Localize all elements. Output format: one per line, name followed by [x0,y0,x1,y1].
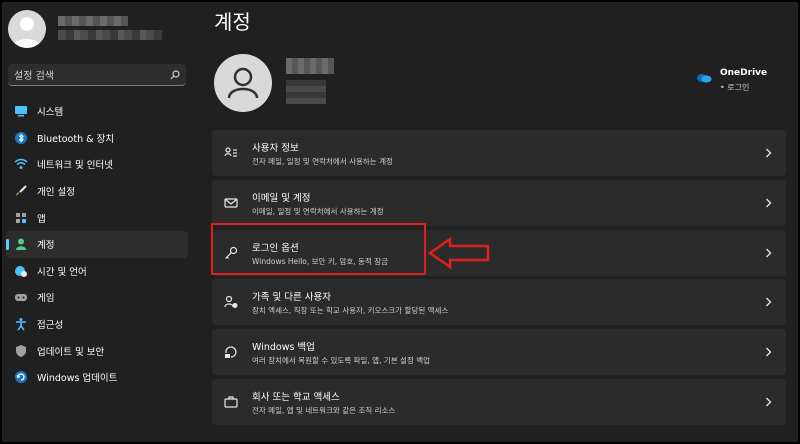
avatar [8,10,46,48]
onedrive-signin-status: • 로그인 [720,83,750,92]
card-description: 이메일, 일정 및 연락처에서 사용하는 계정 [252,206,384,216]
sidebar-item-windows-update[interactable]: Windows 업데이트 [6,364,188,391]
sidebar-item-label: 계정 [37,240,55,252]
card-description: 전자 메일, 앱 및 네트워크와 같은 조직 리소스 [252,405,396,415]
sidebar-item-accessibility[interactable]: 접근성 [6,311,188,338]
sidebar-item-label: 게임 [37,293,55,305]
accessibility-icon [16,318,26,331]
card-title: Windows 백업 [252,342,315,354]
brush-icon [16,185,27,197]
chevron-right-icon [766,347,772,357]
card-title: 이메일 및 계정 [252,192,311,204]
chevron-right-icon [766,248,772,258]
user-info-icon [224,147,237,157]
sidebar-item-label: 앱 [37,213,46,225]
sidebar-item-label: 업데이트 및 보안 [37,346,105,358]
sidebar-item-label: Windows 업데이트 [37,373,118,385]
card-description: 장치 액세스, 직장 또는 학교 사용자, 키오스크가 할당된 액세스 [252,306,449,316]
search-box[interactable]: 설정 검색 [8,64,186,86]
search-input[interactable]: 설정 검색 [14,67,170,82]
backup-icon [225,346,237,359]
shield-icon [16,344,26,357]
sidebar-item-security[interactable]: 업데이트 및 보안 [6,337,188,364]
onedrive-status[interactable]: OneDrive • 로그인 [696,68,786,98]
blurred-user-name [58,16,128,26]
card-windows-backup[interactable]: Windows 백업 여러 장치에서 복원할 수 있도록 파일, 앱, 기본 설… [212,329,786,376]
onedrive-title: OneDrive [720,68,768,78]
sidebar-item-label: 시간 및 언어 [37,266,87,278]
briefcase-icon [224,396,238,408]
chevron-right-icon [766,397,772,407]
card-work-school-access[interactable]: 회사 또는 학교 액세스 전자 메일, 앱 및 네트워크와 같은 조직 리소스 [212,378,786,425]
card-title: 사용자 정보 [252,143,299,154]
sidebar-item-apps[interactable]: 앱 [6,204,188,231]
sidebar-nav: 시스템 Bluetooth & 장치 네트워크 및 인터넷 개인 설정 앱 계정… [6,98,188,391]
card-user-info[interactable]: 사용자 정보 전자 메일, 일정 및 연락처에서 사용하는 계정 [212,130,786,176]
annotation-arrow-icon [428,236,490,270]
account-settings-list: 사용자 정보 전자 메일, 일정 및 연락처에서 사용하는 계정 이메일 및 계… [212,130,786,429]
person-outline-icon [227,67,259,99]
globe-clock-icon [15,265,27,277]
blurred-account-name [286,58,334,74]
onedrive-cloud-icon [697,74,712,83]
gamepad-icon [15,294,27,302]
blurred-user-email [58,30,162,40]
person-icon [16,238,26,251]
card-title: 가족 및 다른 사용자 [252,292,331,304]
sidebar-item-label: Bluetooth & 장치 [37,133,115,145]
apps-icon [16,212,26,223]
sidebar-item-label: 접근성 [37,320,64,332]
sidebar-item-bluetooth[interactable]: Bluetooth & 장치 [6,125,188,152]
mail-icon [224,198,238,208]
sidebar-item-network[interactable]: 네트워크 및 인터넷 [6,151,188,178]
sidebar-item-label: 개인 설정 [37,187,75,199]
sidebar-item-time-language[interactable]: 시간 및 언어 [6,258,188,285]
wifi-icon [14,159,28,170]
chevron-right-icon [766,148,772,158]
blurred-account-details [286,80,326,104]
annotation-highlight-box [211,223,426,275]
card-family-users[interactable]: 가족 및 다른 사용자 장치 액세스, 직장 또는 학교 사용자, 키오스크가 … [212,279,786,326]
sidebar-item-gaming[interactable]: 게임 [6,284,188,311]
update-icon [15,371,27,384]
sidebar-profile[interactable] [8,10,188,50]
page-title: 계정 [214,10,251,34]
sidebar-item-label: 네트워크 및 인터넷 [37,160,113,172]
sidebar-item-system[interactable]: 시스템 [6,98,188,125]
card-description: 전자 메일, 일정 및 연락처에서 사용하는 계정 [252,157,393,166]
settings-window: 설정 검색 시스템 Bluetooth & 장치 네트워크 및 인터넷 개인 설… [0,0,800,444]
sidebar-item-personalization[interactable]: 개인 설정 [6,178,188,205]
person-silhouette-icon [13,17,41,48]
family-icon [224,296,238,309]
sidebar: 설정 검색 시스템 Bluetooth & 장치 네트워크 및 인터넷 개인 설… [2,2,194,442]
card-description: 여러 장치에서 복원할 수 있도록 파일, 앱, 기본 설정 백업 [252,356,431,366]
card-title: 회사 또는 학교 액세스 [252,391,340,403]
chevron-right-icon [766,297,772,307]
sidebar-item-label: 시스템 [37,107,64,119]
system-icon [15,106,27,117]
chevron-right-icon [766,198,772,208]
card-email-accounts[interactable]: 이메일 및 계정 이메일, 일정 및 연락처에서 사용하는 계정 [212,179,786,226]
search-icon[interactable] [170,69,180,80]
bluetooth-icon [15,131,27,144]
account-avatar[interactable] [214,54,272,112]
sidebar-item-accounts[interactable]: 계정 [6,230,188,258]
